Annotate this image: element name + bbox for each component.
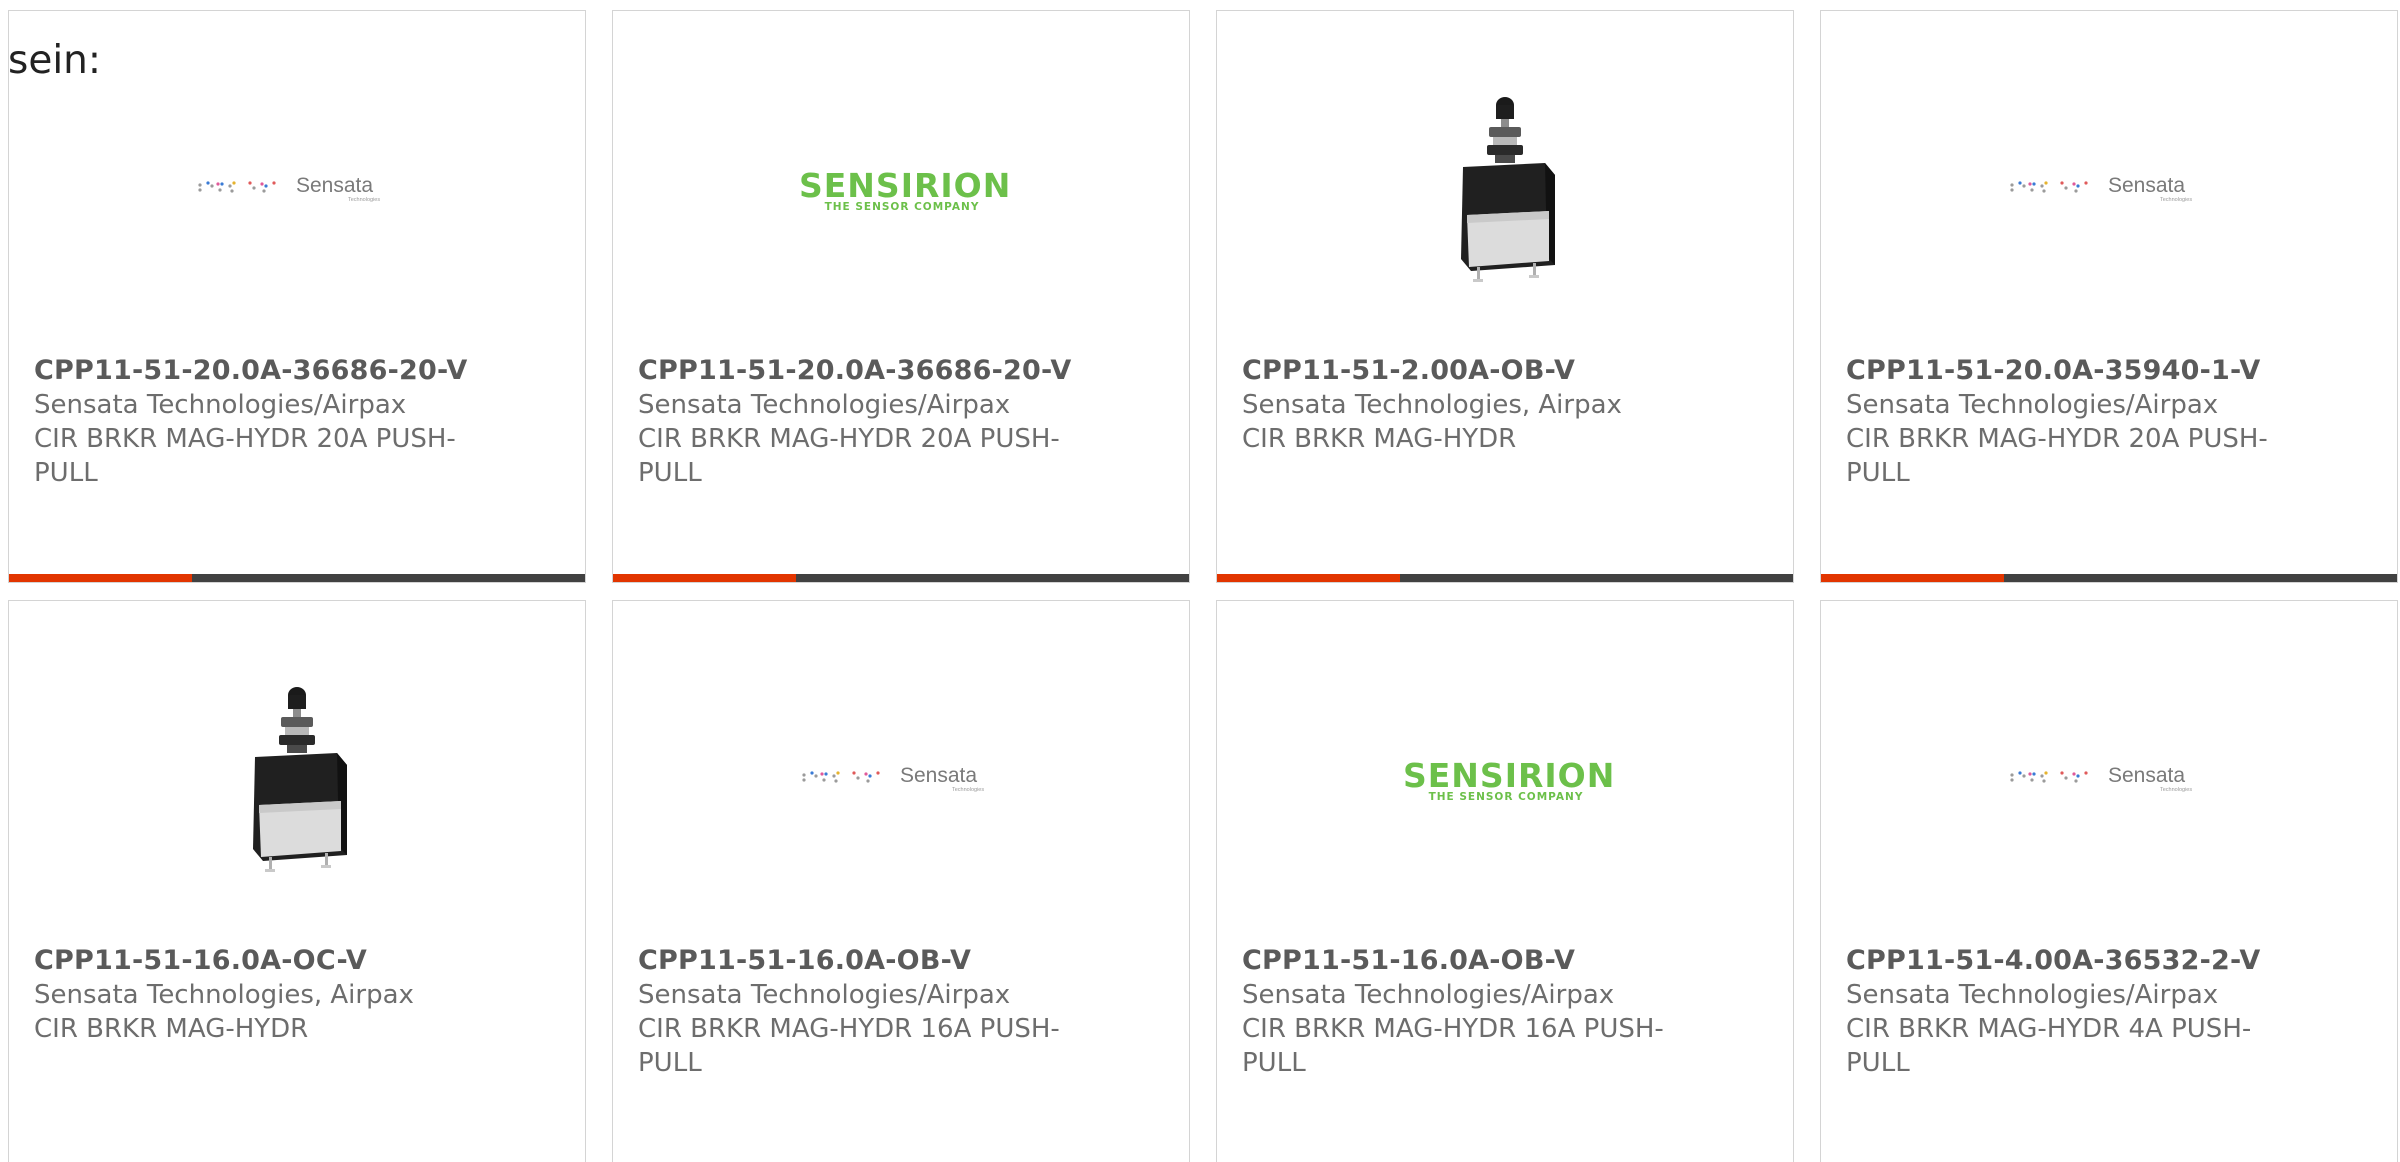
product-part-number[interactable]: CPP11-51-20.0A-36686-20-V: [638, 354, 1078, 388]
product-card[interactable]: Sensata Technologies CPP11-51-20.0A-3594…: [1820, 10, 2398, 583]
product-description: CIR BRKR MAG-HYDR 20A PUSH-PULL: [34, 424, 456, 488]
product-manufacturer: Sensata Technologies/Airpax: [638, 390, 1011, 420]
product-manufacturer: Sensata Technologies/Airpax: [638, 980, 1011, 1010]
product-part-number[interactable]: CPP11-51-16.0A-OB-V: [638, 944, 1078, 978]
intro-text: sein:: [8, 38, 102, 83]
product-part-number[interactable]: CPP11-51-20.0A-35940-1-V: [1846, 354, 2286, 388]
product-image[interactable]: SENSIRION THE SENSOR COMPANY: [1217, 601, 1793, 931]
product-description: CIR BRKR MAG-HYDR 4A PUSH-PULL: [1846, 1014, 2252, 1078]
product-info: CPP11-51-4.00A-36532-2-V Sensata Technol…: [1846, 944, 2286, 1080]
card-bottom-bar: [1217, 574, 1793, 582]
sensirion-tagline: THE SENSOR COMPANY: [1428, 791, 1584, 803]
product-info: CPP11-51-16.0A-OB-V Sensata Technologies…: [638, 944, 1078, 1080]
product-part-number[interactable]: CPP11-51-16.0A-OB-V: [1242, 944, 1682, 978]
product-manufacturer: Sensata Technologies/Airpax: [1242, 980, 1615, 1010]
card-accent-bar: [1821, 574, 2004, 582]
sensirion-logo-icon: SENSIRION THE SENSOR COMPANY: [1403, 756, 1616, 803]
product-part-number[interactable]: CPP11-51-16.0A-OC-V: [34, 944, 474, 978]
product-grid-page: sein: Sensata Technologies CPP11-51-20.0…: [0, 0, 2400, 1162]
svg-text:Technologies: Technologies: [2160, 197, 2192, 203]
svg-text:Sensata: Sensata: [2108, 764, 2185, 787]
card-accent-bar: [613, 574, 796, 582]
svg-text:Sensata: Sensata: [296, 174, 373, 197]
product-image[interactable]: [9, 601, 585, 931]
product-info: CPP11-51-20.0A-36686-20-V Sensata Techno…: [34, 354, 474, 490]
product-card[interactable]: CPP11-51-16.0A-OC-V Sensata Technologies…: [8, 600, 586, 1162]
product-manufacturer: Sensata Technologies/Airpax: [34, 390, 407, 420]
product-image[interactable]: [1217, 11, 1793, 341]
product-description: CIR BRKR MAG-HYDR 16A PUSH-PULL: [638, 1014, 1060, 1078]
product-image[interactable]: Sensata Technologies: [613, 601, 1189, 931]
card-bottom-bar: [613, 574, 1189, 582]
product-info: CPP11-51-16.0A-OB-V Sensata Technologies…: [1242, 944, 1682, 1080]
product-card[interactable]: Sensata Technologies CPP11-51-20.0A-3668…: [8, 10, 586, 583]
card-bottom-bar: [9, 574, 585, 582]
product-description: CIR BRKR MAG-HYDR: [1242, 424, 1517, 454]
product-manufacturer: Sensata Technologies/Airpax: [1846, 980, 2219, 1010]
product-card[interactable]: SENSIRION THE SENSOR COMPANY CPP11-51-20…: [612, 10, 1190, 583]
sensata-logo-icon: Sensata Technologies: [2010, 764, 2192, 793]
product-card[interactable]: Sensata Technologies CPP11-51-16.0A-OB-V…: [612, 600, 1190, 1162]
product-image[interactable]: Sensata Technologies: [1821, 11, 2397, 341]
product-manufacturer: Sensata Technologies, Airpax: [34, 980, 414, 1010]
sensirion-wordmark: SENSIRION: [799, 166, 1012, 205]
sensata-logo-icon: Sensata Technologies: [198, 174, 380, 203]
product-description: CIR BRKR MAG-HYDR: [34, 1014, 309, 1044]
svg-text:Technologies: Technologies: [2160, 787, 2192, 793]
product-info: CPP11-51-20.0A-35940-1-V Sensata Technol…: [1846, 354, 2286, 490]
svg-text:Sensata: Sensata: [900, 764, 977, 787]
product-description: CIR BRKR MAG-HYDR 20A PUSH-PULL: [1846, 424, 2268, 488]
circuit-breaker-photo-icon: [253, 687, 347, 872]
product-part-number[interactable]: CPP11-51-4.00A-36532-2-V: [1846, 944, 2286, 978]
product-manufacturer: Sensata Technologies, Airpax: [1242, 390, 1622, 420]
circuit-breaker-photo-icon: [1461, 97, 1555, 282]
product-description: CIR BRKR MAG-HYDR 20A PUSH-PULL: [638, 424, 1060, 488]
product-manufacturer: Sensata Technologies/Airpax: [1846, 390, 2219, 420]
card-accent-bar: [1217, 574, 1400, 582]
product-info: CPP11-51-2.00A-OB-V Sensata Technologies…: [1242, 354, 1682, 456]
product-card[interactable]: SENSIRION THE SENSOR COMPANY CPP11-51-16…: [1216, 600, 1794, 1162]
sensirion-wordmark: SENSIRION: [1403, 756, 1616, 795]
card-bottom-bar: [1821, 574, 2397, 582]
product-card[interactable]: CPP11-51-2.00A-OB-V Sensata Technologies…: [1216, 10, 1794, 583]
product-part-number[interactable]: CPP11-51-2.00A-OB-V: [1242, 354, 1682, 388]
product-image[interactable]: Sensata Technologies: [1821, 601, 2397, 931]
product-info: CPP11-51-20.0A-36686-20-V Sensata Techno…: [638, 354, 1078, 490]
sensirion-tagline: THE SENSOR COMPANY: [824, 201, 980, 213]
product-part-number[interactable]: CPP11-51-20.0A-36686-20-V: [34, 354, 474, 388]
product-card[interactable]: Sensata Technologies CPP11-51-4.00A-3653…: [1820, 600, 2398, 1162]
svg-text:Technologies: Technologies: [348, 197, 380, 203]
card-accent-bar: [9, 574, 192, 582]
product-info: CPP11-51-16.0A-OC-V Sensata Technologies…: [34, 944, 474, 1046]
product-description: CIR BRKR MAG-HYDR 16A PUSH-PULL: [1242, 1014, 1664, 1078]
sensata-logo-icon: Sensata Technologies: [802, 764, 984, 793]
sensata-logo-icon: Sensata Technologies: [2010, 174, 2192, 203]
product-image[interactable]: SENSIRION THE SENSOR COMPANY: [613, 11, 1189, 341]
sensirion-logo-icon: SENSIRION THE SENSOR COMPANY: [799, 166, 1012, 213]
svg-text:Sensata: Sensata: [2108, 174, 2185, 197]
svg-text:Technologies: Technologies: [952, 787, 984, 793]
